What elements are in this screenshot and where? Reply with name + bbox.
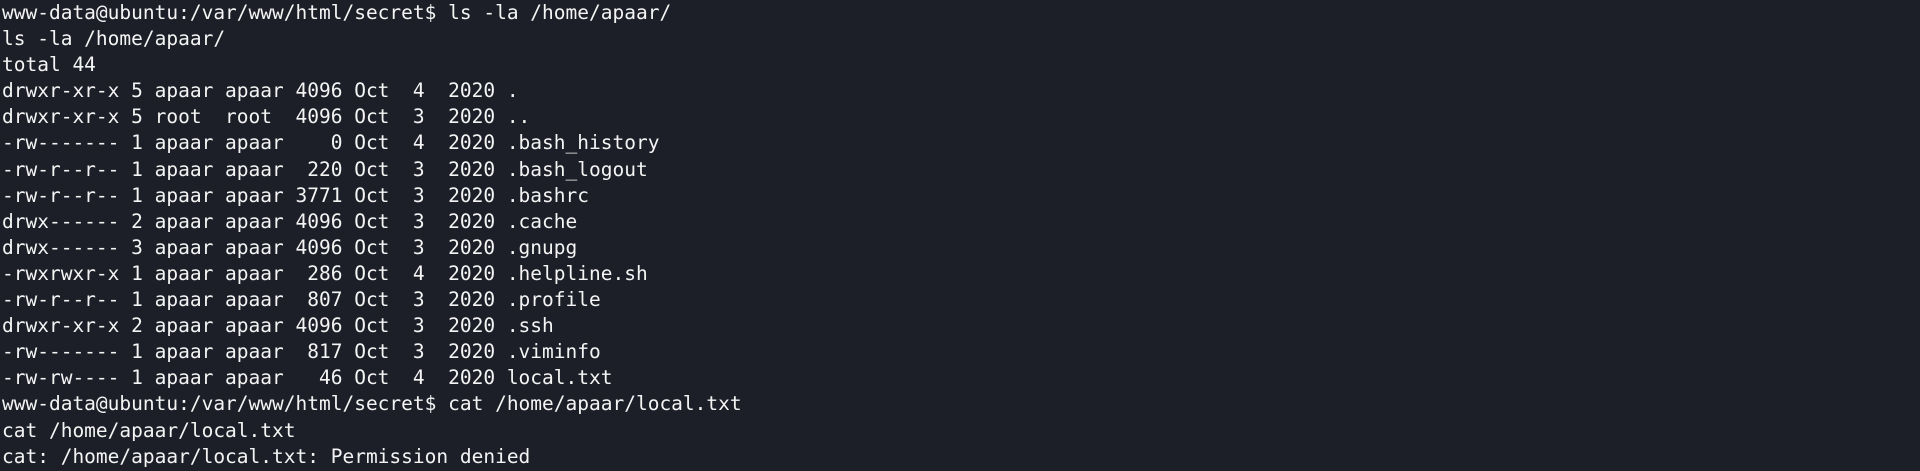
output-line: -rwxrwxr-x 1 apaar apaar 286 Oct 4 2020 … bbox=[2, 261, 648, 285]
output-line: -rw-r--r-- 1 apaar apaar 807 Oct 3 2020 … bbox=[2, 288, 601, 312]
output-line: -rw-r--r-- 1 apaar apaar 220 Oct 3 2020 … bbox=[2, 157, 648, 181]
output-line: -rw------- 1 apaar apaar 0 Oct 4 2020 .b… bbox=[2, 131, 660, 155]
error-output-line: cat: /home/apaar/local.txt: Permission d… bbox=[2, 444, 531, 468]
output-line: -rw-rw---- 1 apaar apaar 46 Oct 4 2020 l… bbox=[2, 366, 613, 390]
output-line: total 44 bbox=[2, 53, 96, 77]
prompt-line: www-data@ubuntu:/var/www/html/secret$ ca… bbox=[2, 392, 742, 416]
terminal-window[interactable]: www-data@ubuntu:/var/www/html/secret$ ls… bbox=[0, 0, 1920, 471]
output-line: drwxr-xr-x 2 apaar apaar 4096 Oct 3 2020… bbox=[2, 314, 554, 338]
echoed-command-line: ls -la /home/apaar/ bbox=[2, 27, 226, 51]
prompt-line: www-data@ubuntu:/var/www/html/secret$ ls… bbox=[2, 1, 672, 24]
output-line: -rw------- 1 apaar apaar 817 Oct 3 2020 … bbox=[2, 340, 601, 364]
output-line: drwx------ 3 apaar apaar 4096 Oct 3 2020… bbox=[2, 235, 578, 259]
output-line: drwxr-xr-x 5 apaar apaar 4096 Oct 4 2020… bbox=[2, 79, 519, 103]
output-line: drwxr-xr-x 5 root root 4096 Oct 3 2020 .… bbox=[2, 105, 531, 129]
output-line: drwx------ 2 apaar apaar 4096 Oct 3 2020… bbox=[2, 209, 578, 233]
echoed-command-line: cat /home/apaar/local.txt bbox=[2, 418, 296, 442]
output-line: -rw-r--r-- 1 apaar apaar 3771 Oct 3 2020… bbox=[2, 183, 589, 207]
